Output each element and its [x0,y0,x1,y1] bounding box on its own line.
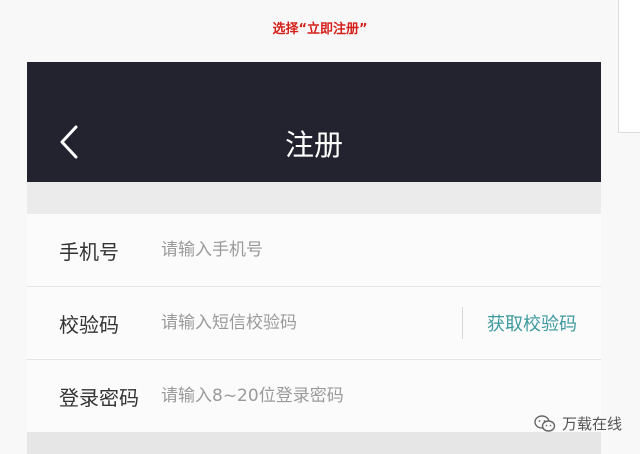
phone-screenshot: 注册 手机号 校验码 获取校验码 登录密码 [27,62,601,454]
vertical-divider [462,307,463,339]
adjacent-frame [618,0,640,133]
code-label: 校验码 [59,312,119,337]
watermark: 万载在线 [534,413,622,434]
code-input[interactable] [161,313,462,333]
bottom-strip [27,432,601,454]
phone-row: 手机号 [27,214,601,286]
phone-input[interactable] [161,240,601,260]
phone-label: 手机号 [59,239,119,264]
navbar: 注册 [27,62,601,182]
instruction-caption: 选择“立即注册” [272,22,368,37]
page-title: 注册 [284,128,343,162]
wechat-icon [534,414,556,432]
password-row: 登录密码 [27,360,601,432]
get-code-button[interactable]: 获取校验码 [487,310,601,336]
password-label: 登录密码 [59,385,139,410]
code-row: 校验码 获取校验码 [27,287,601,359]
password-input[interactable] [161,386,601,406]
watermark-text: 万载在线 [561,415,622,433]
section-gap [27,182,601,213]
